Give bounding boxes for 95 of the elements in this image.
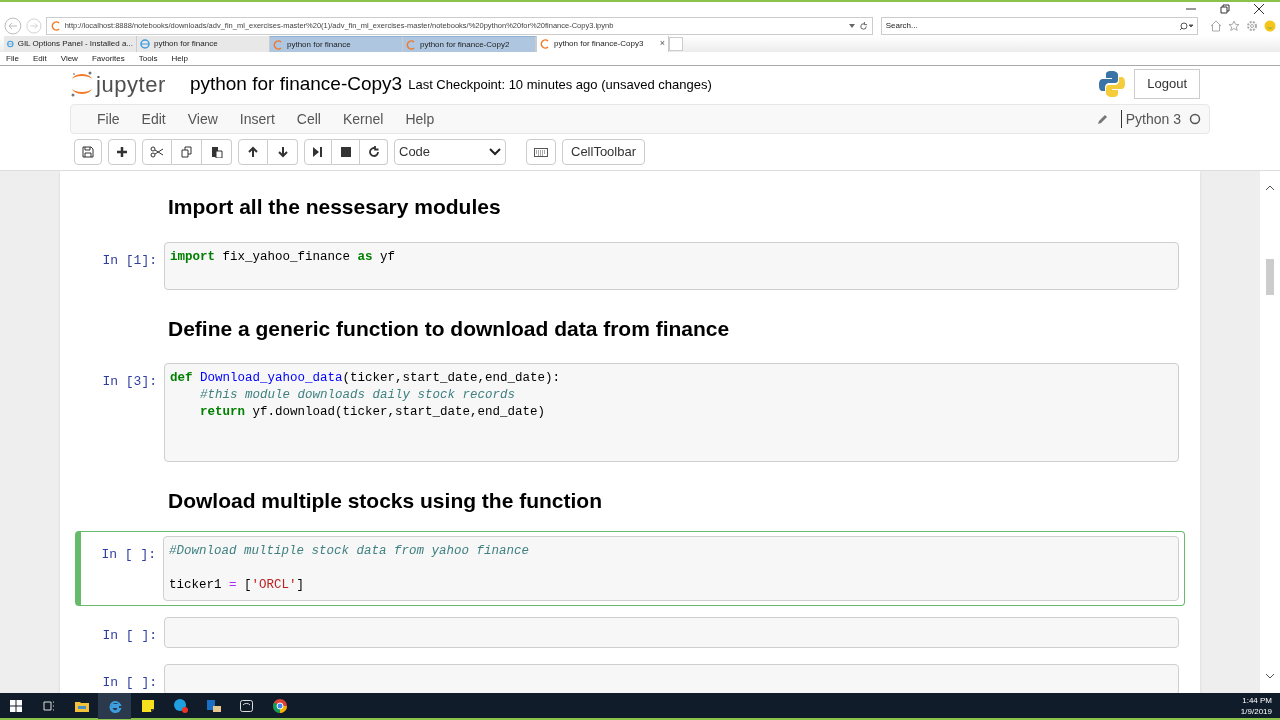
markdown-heading: Define a generic function to download data from finance [167,315,731,342]
loading-icon [540,39,550,49]
browser-tab[interactable]: python for finance [270,36,403,52]
browser-tab[interactable]: python for finance-Copy3 × [536,36,669,52]
menu-item[interactable]: File [87,104,130,134]
folder-icon[interactable] [74,699,89,712]
menu-item[interactable]: Favorites [91,52,125,65]
chevron-down-icon [489,148,501,156]
browser-icon[interactable] [107,698,122,713]
interrupt-button[interactable] [332,139,360,165]
refresh-icon[interactable] [858,21,868,31]
cell-prompt: In [ ]: [100,545,157,564]
restart-button[interactable] [360,139,388,165]
chrome-icon[interactable] [272,698,287,713]
scissors-icon [150,146,164,158]
cell-prompt: In [1]: [101,251,158,270]
cut-button[interactable] [142,139,172,165]
browser-tab[interactable]: python for finance-Copy2 [403,36,536,52]
move-down-button[interactable] [268,139,298,165]
add-cell-button[interactable] [108,139,136,165]
loading-icon [50,21,61,31]
markdown-heading: Import all the nessesary modules [167,194,502,220]
dropdown-icon [848,24,855,28]
menu-item[interactable]: Cell [286,104,331,134]
jupyter-wordmark: jupyter [96,70,166,99]
code-input[interactable] [164,663,1179,693]
logout-button[interactable]: Logout [1134,69,1200,99]
keyboard-button[interactable] [526,139,556,165]
menu-item[interactable]: Help [395,104,445,134]
plus-icon [116,146,128,158]
browser-tab[interactable]: GIL Options Panel - Installed a... [4,36,137,52]
browser-tab[interactable]: python for finance [137,36,270,52]
checkpoint-status: Last Checkpoint: 10 minutes ago (unsaved changes) [408,76,712,95]
scrollbar[interactable] [1260,171,1280,693]
paste-button[interactable] [202,139,232,165]
restore-icon[interactable] [1220,4,1230,14]
scroll-thumb[interactable] [1266,259,1274,295]
menu-item[interactable]: View [60,52,78,65]
notebook-title[interactable]: python for finance-Copy3 [189,69,403,99]
clock-time: 1:44 PM [1242,694,1272,706]
cell-prompt: In [3]: [101,373,158,391]
python-logo [1098,70,1127,98]
menu-item[interactable]: Help [171,52,188,65]
up-arrow-icon [247,146,259,158]
windows-start-icon[interactable] [10,699,22,712]
browser-icon [140,39,150,49]
move-up-button[interactable] [238,139,268,165]
search-field[interactable]: Search... [880,17,1198,35]
task-view-icon[interactable] [42,699,55,712]
stop-icon [339,146,352,158]
browser-icon [7,39,14,49]
run-button[interactable] [304,139,332,165]
search-input[interactable]: Search... [885,20,1179,32]
code-input[interactable]: import fix_yahoo_finance as yf [164,241,1179,290]
down-arrow-icon [276,146,289,158]
refresh-icon [367,146,380,158]
code-input[interactable]: def Download_yahoo_data(ticker,start_date,end_date): #this module downloads daily stock records return yf.download(ticker,start_date,end_date) [164,363,1179,462]
loading-icon [406,39,416,50]
scroll-down-icon [1265,673,1275,679]
loading-icon [273,39,283,50]
menu-item[interactable]: File [6,52,19,65]
step-forward-icon [313,146,323,158]
cell-prompt: In [ ]: [101,626,158,645]
cell-prompt: In [ ]: [101,673,158,692]
celltoolbar-button[interactable]: CellToolbar [562,139,646,165]
app-window-icon[interactable] [240,699,253,712]
copy-icon [180,146,193,158]
save-icon [82,146,94,158]
kernel-idle-icon [1189,113,1201,125]
close-tab-button[interactable]: × [659,37,665,51]
menu-item[interactable]: Edit [32,52,47,65]
save-button[interactable] [74,139,102,165]
cell-type-dropdown[interactable]: Code [394,139,506,165]
menu-item[interactable]: Insert [229,104,285,134]
star-icon[interactable] [1228,20,1240,32]
code-input[interactable] [164,616,1179,648]
menu-item[interactable]: View [177,104,228,134]
code-input[interactable]: #Download multiple stock data from yahoo finance ticker1 = ['ORCL'] [163,535,1179,601]
keyboard-icon [534,147,548,157]
clock-date: 1/9/2019 [1240,705,1272,717]
paste-icon [210,146,223,158]
close-icon[interactable] [1254,4,1264,14]
chat-icon[interactable] [173,698,188,713]
scroll-up-icon [1265,185,1275,191]
menu-item[interactable]: Kernel [332,104,394,134]
search-icon [1179,21,1193,31]
mail-icon[interactable] [206,698,221,713]
menu-item[interactable]: Tools [138,52,158,65]
sticky-note-icon[interactable] [141,699,154,712]
markdown-heading: Dowload multiple stocks using the function [167,488,604,514]
selected-cell[interactable]: In [ ]: #Download multiple stock data from yahoo finance ticker1 = ['ORCL'] [75,530,1185,606]
menu-item[interactable]: Edit [131,104,176,134]
pencil-icon[interactable] [1096,113,1109,125]
kernel-name: Python 3 [1125,109,1181,129]
jupyter-logo [70,70,94,98]
